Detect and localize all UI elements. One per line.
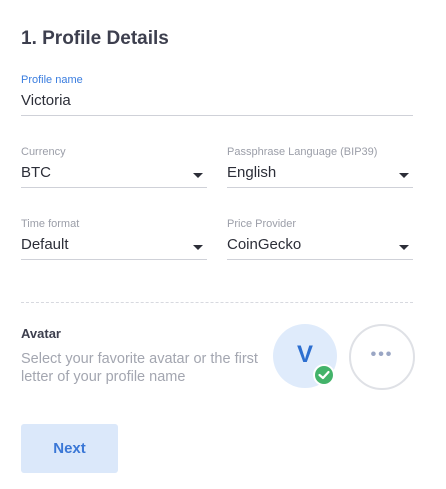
passphrase-language-underline (227, 187, 413, 188)
currency-label: Currency (21, 146, 66, 158)
profile-name-field[interactable]: Profile name Victoria (21, 74, 413, 116)
time-format-underline (21, 259, 207, 260)
next-button[interactable]: Next (21, 424, 118, 473)
profile-name-input[interactable]: Victoria (21, 92, 413, 110)
more-dots-icon: ••• (370, 346, 394, 363)
price-provider-label: Price Provider (227, 218, 297, 230)
more-avatars-button[interactable]: ••• (349, 324, 415, 390)
page-title: 1. Profile Details (21, 28, 169, 49)
chevron-down-icon[interactable] (193, 173, 203, 178)
chevron-down-icon[interactable] (399, 173, 409, 178)
currency-select[interactable]: Currency BTC (21, 146, 207, 188)
currency-value: BTC (21, 164, 51, 181)
currency-underline (21, 187, 207, 188)
avatar-title: Avatar (21, 326, 61, 341)
price-provider-underline (227, 259, 413, 260)
price-provider-select[interactable]: Price Provider CoinGecko (227, 218, 413, 260)
chevron-down-icon[interactable] (399, 245, 409, 250)
time-format-select[interactable]: Time format Default (21, 218, 207, 260)
passphrase-language-value: English (227, 164, 277, 181)
section-divider (21, 302, 413, 303)
profile-name-label: Profile name (21, 74, 83, 86)
price-provider-value: CoinGecko (227, 236, 302, 253)
avatar-description: Select your favorite avatar or the first… (21, 351, 258, 385)
passphrase-language-select[interactable]: Passphrase Language (BIP39) English (227, 146, 413, 188)
letter-avatar-option[interactable]: V (273, 324, 337, 388)
time-format-value: Default (21, 236, 69, 253)
passphrase-language-label: Passphrase Language (BIP39) (227, 146, 378, 158)
check-icon (313, 364, 335, 386)
profile-name-underline (21, 115, 413, 116)
time-format-label: Time format (21, 218, 80, 230)
chevron-down-icon[interactable] (193, 245, 203, 250)
